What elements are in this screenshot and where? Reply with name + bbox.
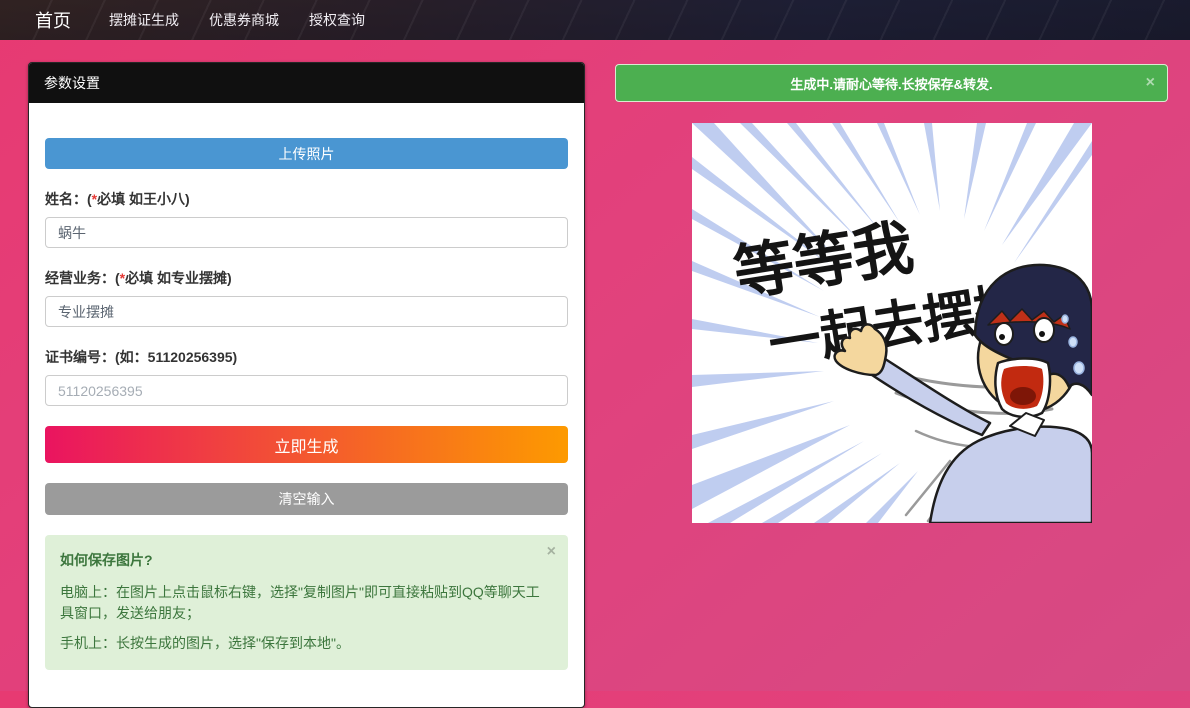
alert-close-icon[interactable]: × — [1146, 75, 1155, 91]
tip-line-pc: 电脑上：在图片上点击鼠标右键，选择"复制图片"即可直接粘贴到QQ等聊天工具窗口，… — [60, 582, 553, 625]
cert-number-input[interactable] — [45, 375, 568, 406]
generate-button[interactable]: 立即生成 — [45, 426, 568, 463]
panel-title: 参数设置 — [29, 63, 584, 103]
cert-number-label: 证书编号：(如：51120256395) — [45, 347, 568, 367]
alert-text: 生成中.请耐心等待.长按保存&转发. — [790, 74, 992, 93]
business-label-hint: 必填 如专业摆摊) — [125, 270, 232, 286]
business-label: 经营业务：(*必填 如专业摆摊) — [45, 268, 568, 288]
nav-item-coupon-mall[interactable]: 优惠券商城 — [209, 10, 279, 30]
cert-number-label-text: 证书编号：(如：51120256395) — [45, 349, 237, 365]
character-pupil-right — [1039, 331, 1045, 337]
name-label: 姓名：(*必填 如王小八) — [45, 189, 568, 209]
nav-item-cert-generate[interactable]: 摆摊证生成 — [109, 10, 179, 30]
nav-item-auth-query[interactable]: 授权查询 — [309, 10, 365, 30]
panel-body: 上传照片 姓名：(*必填 如王小八) 经营业务：(*必填 如专业摆摊) 证书编号… — [29, 103, 584, 707]
character-throat — [1010, 387, 1036, 405]
name-label-text: 姓名：( — [45, 191, 92, 207]
top-navbar: 首页 摆摊证生成 优惠券商城 授权查询 — [0, 0, 1190, 40]
field-cert-number: 证书编号：(如：51120256395) — [45, 347, 568, 406]
save-tip-box: × 如何保存图片? 电脑上：在图片上点击鼠标右键，选择"复制图片"即可直接粘贴到… — [45, 535, 568, 670]
generated-meme-image[interactable]: 等等我 一起去摆摊！ — [692, 123, 1092, 523]
business-input[interactable] — [45, 296, 568, 327]
character-pupil-left — [999, 334, 1005, 340]
field-name: 姓名：(*必填 如王小八) — [45, 189, 568, 248]
nav-brand-home[interactable]: 首页 — [35, 7, 71, 33]
upload-photo-button[interactable]: 上传照片 — [45, 138, 568, 169]
clear-input-button[interactable]: 清空输入 — [45, 483, 568, 515]
tip-title: 如何保存图片? — [60, 550, 553, 572]
generating-alert: 生成中.请耐心等待.长按保存&转发. × — [615, 64, 1168, 102]
character-eye-left — [995, 323, 1013, 345]
business-label-text: 经营业务：( — [45, 270, 120, 286]
tip-close-icon[interactable]: × — [547, 544, 556, 560]
name-label-hint: 必填 如王小八) — [97, 191, 190, 207]
tip-line-mobile: 手机上：长按生成的图片，选择"保存到本地"。 — [60, 633, 553, 655]
params-panel: 参数设置 上传照片 姓名：(*必填 如王小八) 经营业务：(*必填 如专业摆摊)… — [28, 62, 585, 708]
field-business: 经营业务：(*必填 如专业摆摊) — [45, 268, 568, 327]
character-eye-right — [1034, 318, 1054, 342]
name-input[interactable] — [45, 217, 568, 248]
